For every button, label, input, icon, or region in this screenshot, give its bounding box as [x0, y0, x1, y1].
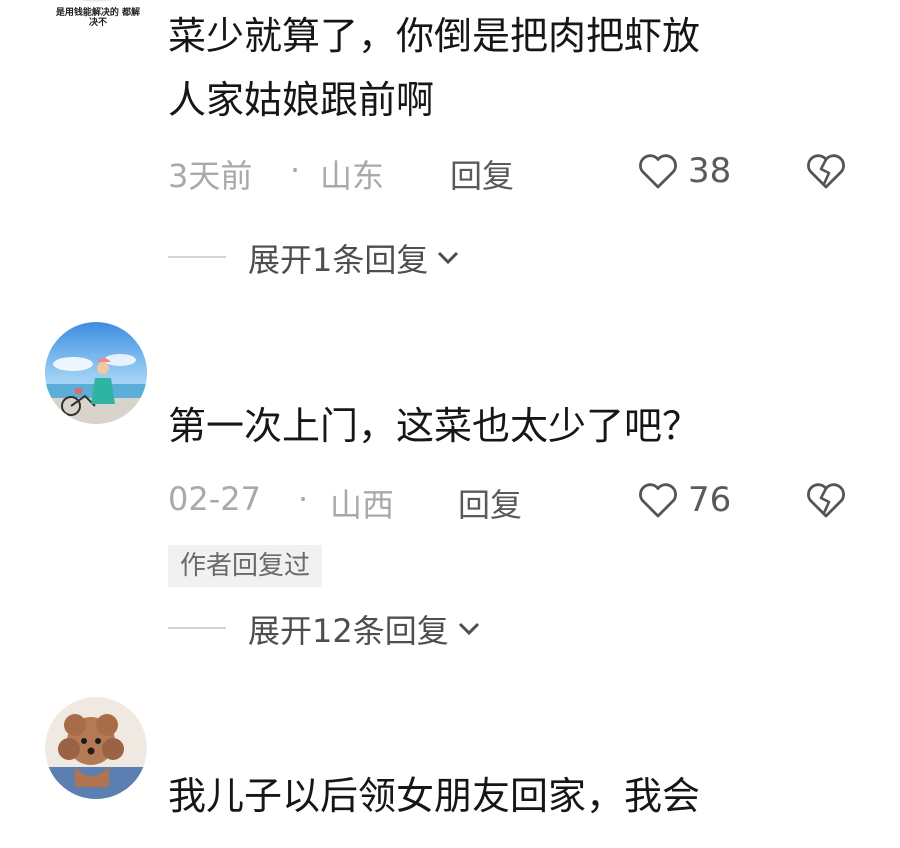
- avatar-image: [45, 697, 147, 799]
- broken-heart-icon[interactable]: [805, 480, 847, 520]
- expand-replies-button[interactable]: 展开1条回复: [248, 235, 460, 281]
- comment-text-line: 我儿子以后领女朋友回家，我会: [168, 774, 701, 818]
- avatar[interactable]: [45, 697, 147, 799]
- expand-divider: [168, 627, 226, 629]
- meta-separator: ·: [290, 151, 301, 189]
- expand-replies-label: 展开12条回复: [248, 612, 449, 650]
- broken-heart-icon[interactable]: [805, 151, 847, 191]
- expand-divider: [168, 256, 226, 258]
- like-count: 76: [688, 480, 732, 520]
- avatar-caption: 是用钱能解决的 都解决不: [55, 8, 141, 28]
- comment-time: 3天前: [168, 157, 253, 195]
- expand-replies-button[interactable]: 展开12条回复: [248, 606, 481, 652]
- reply-button[interactable]: 回复: [458, 480, 522, 526]
- chevron-down-icon: [438, 251, 459, 265]
- like-count: 38: [688, 151, 732, 191]
- heart-outline-icon[interactable]: [637, 151, 679, 191]
- avatar[interactable]: 是用钱能解决的 都解决不: [45, 0, 147, 32]
- comment-location: 山东: [320, 157, 385, 195]
- comment-text-line: 人家姑娘跟前啊: [168, 78, 435, 122]
- reply-button[interactable]: 回复: [450, 151, 514, 197]
- comment-time: 02-27: [168, 480, 261, 518]
- author-replied-badge: 作者回复过: [168, 545, 323, 587]
- chevron-down-icon: [458, 622, 479, 636]
- meta-separator: ·: [298, 480, 309, 518]
- avatar-image: [45, 322, 147, 424]
- heart-outline-icon[interactable]: [637, 480, 679, 520]
- truncated-next-line: [0, 822, 900, 848]
- comment-text-line: 第一次上门，这菜也太少了吧？: [168, 404, 701, 448]
- avatar[interactable]: [45, 322, 147, 424]
- comment-location: 山西: [330, 486, 395, 524]
- expand-replies-label: 展开1条回复: [248, 241, 429, 279]
- comment-text-line: 菜少就算了，你倒是把肉把虾放: [168, 14, 701, 58]
